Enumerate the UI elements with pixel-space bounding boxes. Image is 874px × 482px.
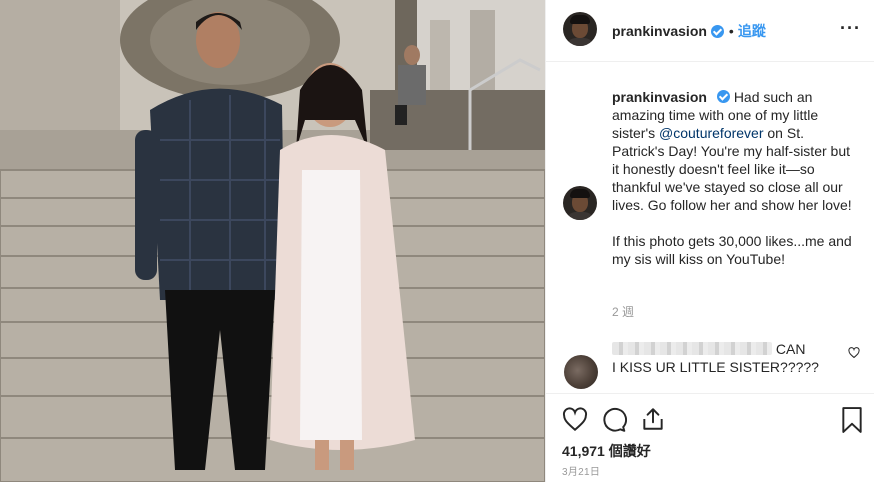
blurred-commenter-name bbox=[612, 342, 772, 355]
caption-username[interactable]: prankinvasion bbox=[612, 89, 707, 105]
comment-like-heart-icon[interactable] bbox=[848, 347, 860, 359]
comment-body: CAN I KISS UR LITTLE SISTER????? bbox=[612, 340, 842, 376]
post-time-ago[interactable]: 2 週 bbox=[612, 303, 634, 320]
bookmark-icon[interactable] bbox=[841, 407, 863, 433]
caption-paragraph-2: If this photo gets 30,000 likes...me and… bbox=[612, 233, 852, 267]
post-caption: prankinvasion Had such an amazing time w… bbox=[612, 88, 857, 268]
post-photo[interactable] bbox=[0, 0, 545, 482]
action-bar bbox=[546, 393, 874, 433]
post-header: prankinvasion • 追蹤 ··· bbox=[546, 0, 874, 62]
instagram-post: prankinvasion • 追蹤 ··· prankinvasion Had… bbox=[0, 0, 874, 482]
author-username[interactable]: prankinvasion bbox=[612, 23, 707, 39]
post-date[interactable]: 3月21日 bbox=[562, 463, 600, 478]
author-avatar[interactable] bbox=[563, 12, 597, 46]
mention-link[interactable]: @coutureforever bbox=[659, 125, 763, 141]
like-count[interactable]: 41,971 個讚好 bbox=[562, 441, 651, 461]
comment-text-line1: CAN bbox=[775, 341, 806, 357]
separator-dot: • bbox=[728, 23, 734, 39]
comment-text-line2: I KISS UR LITTLE SISTER????? bbox=[612, 359, 819, 375]
post-sidebar: prankinvasion • 追蹤 ··· prankinvasion Had… bbox=[545, 0, 874, 482]
comment-icon[interactable] bbox=[601, 407, 627, 433]
verified-badge-icon bbox=[716, 90, 730, 103]
share-icon[interactable] bbox=[640, 406, 666, 432]
follow-button[interactable]: 追蹤 bbox=[738, 21, 766, 41]
photo-illustration bbox=[0, 0, 545, 482]
header-user: prankinvasion • 追蹤 bbox=[612, 21, 766, 41]
more-options-icon[interactable]: ··· bbox=[840, 18, 861, 39]
caption-author-avatar[interactable] bbox=[563, 186, 597, 220]
verified-badge-icon bbox=[710, 24, 724, 38]
commenter-avatar[interactable] bbox=[564, 355, 598, 389]
heart-icon[interactable] bbox=[562, 407, 588, 433]
caption-paragraph-1: prankinvasion Had such an amazing time w… bbox=[612, 88, 857, 214]
